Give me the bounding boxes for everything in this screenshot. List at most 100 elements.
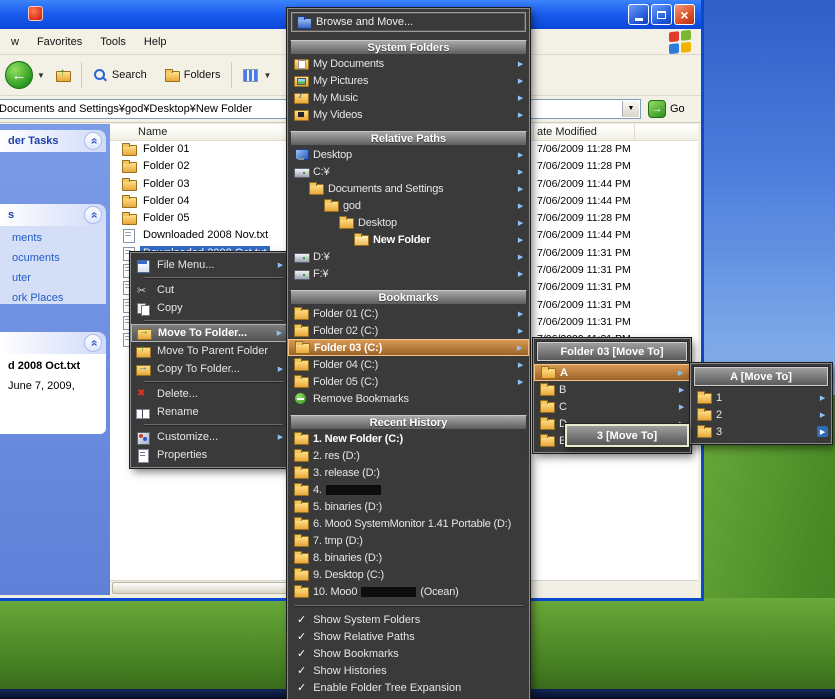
history-item[interactable]: 9. Desktop (C:)	[288, 566, 529, 583]
menu-option-item[interactable]: Enable Folder Tree Expansion	[288, 679, 529, 696]
context-menu-item[interactable]	[131, 317, 289, 324]
context-menu-item[interactable]: File Menu...	[131, 256, 289, 274]
context-menu-item[interactable]: Move To Folder...	[131, 324, 289, 342]
collapse-chevron-icon[interactable]	[84, 334, 102, 352]
relative-path-item[interactable]: D:¥	[288, 248, 529, 265]
collapse-chevron-icon[interactable]	[84, 132, 102, 150]
file-date-modified: 7/06/2009 11:44 PM	[537, 195, 631, 207]
bookmark-item[interactable]: Remove Bookmarks	[288, 390, 529, 407]
folders-button[interactable]: Folders	[158, 60, 228, 90]
menubar-item[interactable]: Tools	[91, 36, 135, 48]
submenu-item[interactable]: B	[534, 381, 690, 398]
submenu-item[interactable]: 1	[691, 389, 831, 406]
section-header-relative-paths: Relative Paths	[290, 131, 527, 146]
system-folder-item[interactable]: My Videos	[288, 106, 529, 123]
relative-path-item[interactable]: Desktop	[288, 146, 529, 163]
column-header-filler	[635, 124, 698, 140]
collapse-chevron-icon[interactable]	[84, 206, 102, 224]
relative-path-item[interactable]: C:¥	[288, 163, 529, 180]
bookmark-item[interactable]: Folder 01 (C:)	[288, 305, 529, 322]
menubar-item[interactable]: Favorites	[28, 36, 91, 48]
relative-path-item[interactable]: Desktop	[288, 214, 529, 231]
other-places-header[interactable]: s	[0, 204, 106, 226]
context-menu-item[interactable]: Rename	[131, 403, 289, 421]
windows-logo-icon	[669, 30, 691, 54]
address-dropdown-button[interactable]: ▼	[622, 101, 639, 117]
close-button[interactable]: ×	[674, 4, 695, 25]
relative-path-item[interactable]: god	[288, 197, 529, 214]
context-menu-item[interactable]	[131, 421, 289, 428]
context-menu-item[interactable]	[131, 274, 289, 281]
system-folder-item[interactable]: My Music	[288, 89, 529, 106]
views-button[interactable]: ▼	[236, 60, 278, 90]
bookmark-item[interactable]: Folder 03 (C:)	[288, 339, 529, 356]
details-header[interactable]	[0, 332, 106, 354]
system-folder-item[interactable]: My Documents	[288, 55, 529, 72]
history-item[interactable]: 10. Moo0 (Ocean)	[288, 583, 529, 600]
menu-item-icon	[294, 483, 308, 496]
menu-option-item[interactable]: Show Relative Paths	[288, 628, 529, 645]
context-menu-item[interactable]: Cut	[131, 281, 289, 299]
sidebar-link[interactable]: ocuments	[0, 248, 106, 268]
submenu-item[interactable]: 3	[691, 423, 831, 440]
menu-option-item[interactable]: Show Bookmarks	[288, 645, 529, 662]
menu-item-icon	[697, 425, 711, 438]
relative-path-item[interactable]: New Folder	[288, 231, 529, 248]
back-dropdown-icon[interactable]: ▼	[37, 71, 45, 80]
menu-item-label: C	[559, 401, 567, 413]
submenu-item[interactable]: A	[534, 364, 690, 381]
menu-item-icon	[137, 327, 151, 340]
browse-menu-title[interactable]: Browse and Move...	[291, 12, 526, 32]
menu-item-icon	[294, 568, 308, 581]
submenu-item[interactable]: 2	[691, 406, 831, 423]
folder-tasks-header[interactable]: der Tasks	[0, 130, 106, 152]
context-menu-item[interactable]	[131, 378, 289, 385]
submenu-arrow-icon	[676, 401, 687, 412]
up-button[interactable]	[49, 60, 77, 90]
desktop: × wFavoritesToolsHelp ▼ Search Folders	[0, 0, 835, 699]
history-item[interactable]: 6. Moo0 SystemMonitor 1.41 Portable (D:)	[288, 515, 529, 532]
menu-item-icon	[294, 108, 308, 121]
context-menu-item[interactable]: Delete...	[131, 385, 289, 403]
context-menu-item[interactable]: Copy To Folder...	[131, 360, 289, 378]
folders-icon	[165, 69, 179, 82]
system-folder-item[interactable]: My Pictures	[288, 72, 529, 89]
up-folder-icon	[56, 69, 70, 82]
relative-path-item[interactable]: Documents and Settings	[288, 180, 529, 197]
menu-item-icon	[294, 165, 308, 178]
history-item[interactable]: 1. New Folder (C:)	[288, 430, 529, 447]
go-button[interactable]	[648, 100, 666, 118]
menu-item-label: My Music	[313, 92, 358, 104]
context-menu-item[interactable]: Move To Parent Folder	[131, 342, 289, 360]
submenu-item[interactable]: C	[534, 398, 690, 415]
menu-item-label: Folder 04 (C:)	[313, 359, 378, 371]
menubar-item[interactable]: w	[2, 36, 28, 48]
bookmark-item[interactable]: Folder 04 (C:)	[288, 356, 529, 373]
maximize-button[interactable]	[651, 4, 672, 25]
context-menu-item[interactable]: Customize...	[131, 428, 289, 446]
sidebar-link[interactable]: uter	[0, 268, 106, 288]
search-button[interactable]: Search	[86, 60, 154, 90]
column-header-date-modified[interactable]: ate Modified	[534, 124, 635, 140]
menu-option-item[interactable]: Show System Folders	[288, 611, 529, 628]
context-menu-item[interactable]: Properties	[131, 446, 289, 464]
history-item[interactable]: 2. res (D:)	[288, 447, 529, 464]
minimize-button[interactable]	[628, 4, 649, 25]
menu-option-item[interactable]: Show Histories	[288, 662, 529, 679]
section-header-recent-history: Recent History	[290, 415, 527, 430]
check-icon	[297, 664, 306, 677]
history-item[interactable]: 7. tmp (D:)	[288, 532, 529, 549]
sidebar-link[interactable]: ork Places	[0, 288, 106, 308]
history-item[interactable]: 4.	[288, 481, 529, 498]
menubar-item[interactable]: Help	[135, 36, 176, 48]
bookmark-item[interactable]: Folder 05 (C:)	[288, 373, 529, 390]
option-label: Show System Folders	[313, 614, 420, 626]
bookmark-item[interactable]: Folder 02 (C:)	[288, 322, 529, 339]
sidebar-link[interactable]: ments	[0, 228, 106, 248]
history-item[interactable]: 5. binaries (D:)	[288, 498, 529, 515]
back-button[interactable]	[5, 61, 33, 89]
history-item[interactable]: 3. release (D:)	[288, 464, 529, 481]
context-menu-item[interactable]: Copy	[131, 299, 289, 317]
relative-path-item[interactable]: F:¥	[288, 265, 529, 282]
history-item[interactable]: 8. binaries (D:)	[288, 549, 529, 566]
